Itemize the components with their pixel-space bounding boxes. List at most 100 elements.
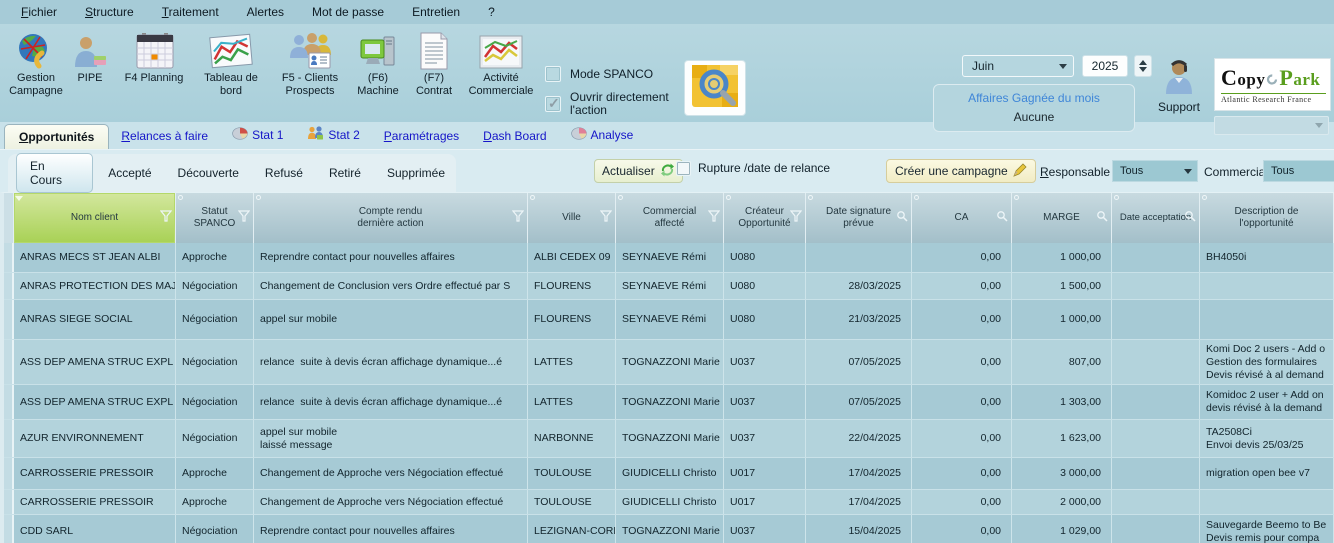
cell-createur-opportunite[interactable]: U037 <box>724 385 806 419</box>
tab-analyse[interactable]: Analyse <box>559 123 646 149</box>
cell-ca[interactable]: 0,00 <box>912 490 1012 514</box>
table-row[interactable]: ANRAS SIEGE SOCIAL Négociation appel sur… <box>4 300 1334 340</box>
table-row[interactable]: ANRAS PROTECTION DES MAJEU Négociation C… <box>4 273 1334 300</box>
cell-compte-rendu[interactable]: appel sur mobile laissé message <box>254 420 528 457</box>
cell-marge[interactable]: 1 500,00 <box>1012 273 1112 299</box>
row-selector[interactable] <box>4 458 14 489</box>
cell-date-signature[interactable]: 15/04/2025 <box>806 515 912 543</box>
cell-ca[interactable]: 0,00 <box>912 300 1012 339</box>
cell-compte-rendu[interactable]: relance suite à devis écran affichage dy… <box>254 340 528 384</box>
cell-commercial-affecte[interactable]: GIUDICELLI Christo <box>616 490 724 514</box>
cell-ville[interactable]: FLOURENS <box>528 300 616 339</box>
subtab-en-cours[interactable]: En Cours <box>16 153 93 193</box>
logo-dropdown[interactable] <box>1214 116 1329 135</box>
cell-createur-opportunite[interactable]: U037 <box>724 340 806 384</box>
header-compte-rendu[interactable]: Compte rendu dernière action <box>254 193 528 243</box>
cell-createur-opportunite[interactable]: U080 <box>724 243 806 272</box>
cell-date-acceptation[interactable] <box>1112 420 1200 457</box>
header-statut-spanco[interactable]: Statut SPANCO <box>176 193 254 243</box>
menu-help[interactable]: ? <box>475 2 510 22</box>
cell-nom-client[interactable]: AZUR ENVIRONNEMENT <box>14 420 176 457</box>
cell-date-acceptation[interactable] <box>1112 243 1200 272</box>
table-row[interactable]: CDD SARL Négociation Reprendre contact p… <box>4 515 1334 543</box>
cell-marge[interactable]: 2 000,00 <box>1012 490 1112 514</box>
cell-statut-spanco[interactable]: Négociation <box>176 273 254 299</box>
menu-entretien[interactable]: Entretien <box>399 2 475 22</box>
cell-date-acceptation[interactable] <box>1112 300 1200 339</box>
cell-statut-spanco[interactable]: Négociation <box>176 420 254 457</box>
mode-spanco-checkbox[interactable] <box>545 66 561 82</box>
cell-description[interactable]: Komidoc 2 user + Add on devis révisé à l… <box>1200 385 1334 419</box>
cell-description[interactable]: TA2508Ci Envoi devis 25/03/25 <box>1200 420 1334 457</box>
row-selector[interactable] <box>4 420 14 457</box>
cell-date-acceptation[interactable] <box>1112 458 1200 489</box>
cell-commercial-affecte[interactable]: SEYNAEVE Rémi <box>616 273 724 299</box>
table-row[interactable]: CARROSSERIE PRESSOIR Approche Changement… <box>4 490 1334 515</box>
cell-compte-rendu[interactable]: Changement de Approche vers Négociation … <box>254 490 528 514</box>
table-row[interactable]: ANRAS MECS ST JEAN ALBI Approche Reprend… <box>4 243 1334 273</box>
cell-date-acceptation[interactable] <box>1112 340 1200 384</box>
f4-planning-button[interactable]: F4 Planning <box>116 29 192 85</box>
rupture-checkbox[interactable] <box>676 161 691 176</box>
header-createur-opportunite[interactable]: Créateur Opportunité <box>724 193 806 243</box>
cell-description[interactable] <box>1200 273 1334 299</box>
filter-funnel-icon[interactable] <box>238 210 250 226</box>
cell-statut-spanco[interactable]: Négociation <box>176 515 254 543</box>
cell-marge[interactable]: 1 623,00 <box>1012 420 1112 457</box>
subtab-refuse[interactable]: Refusé <box>254 161 314 185</box>
header-marge[interactable]: MARGE <box>1012 193 1112 243</box>
cell-nom-client[interactable]: ASS DEP AMENA STRUC EXPL AGR <box>14 340 176 384</box>
cell-date-signature[interactable]: 17/04/2025 <box>806 490 912 514</box>
cell-nom-client[interactable]: CDD SARL <box>14 515 176 543</box>
cell-commercial-affecte[interactable]: SEYNAEVE Rémi <box>616 300 724 339</box>
menu-fichier[interactable]: Fichier <box>8 2 72 22</box>
cell-statut-spanco[interactable]: Négociation <box>176 385 254 419</box>
header-ca[interactable]: CA <box>912 193 1012 243</box>
tab-relances-a-faire[interactable]: Relances à faire <box>109 125 220 149</box>
tab-parametrages[interactable]: Paramétrages <box>372 125 471 149</box>
cell-date-signature[interactable]: 17/04/2025 <box>806 458 912 489</box>
tab-dash-board[interactable]: Dash Board <box>471 125 558 149</box>
row-selector[interactable] <box>4 490 14 514</box>
search-loupe-icon[interactable] <box>1096 210 1108 226</box>
menu-mot-de-passe[interactable]: Mot de passe <box>299 2 399 22</box>
cell-statut-spanco[interactable]: Négociation <box>176 340 254 384</box>
menu-traitement[interactable]: Traitement <box>149 2 234 22</box>
cell-description[interactable] <box>1200 490 1334 514</box>
cell-statut-spanco[interactable]: Négociation <box>176 300 254 339</box>
search-map-button[interactable] <box>684 60 746 116</box>
f6-machine-button[interactable]: (F6) Machine <box>350 29 406 98</box>
cell-marge[interactable]: 3 000,00 <box>1012 458 1112 489</box>
refresh-button[interactable]: Actualiser <box>594 159 683 183</box>
cell-createur-opportunite[interactable]: U017 <box>724 490 806 514</box>
cell-createur-opportunite[interactable]: U080 <box>724 300 806 339</box>
header-ville[interactable]: Ville <box>528 193 616 243</box>
cell-ville[interactable]: LATTES <box>528 385 616 419</box>
cell-ca[interactable]: 0,00 <box>912 340 1012 384</box>
cell-createur-opportunite[interactable]: U037 <box>724 515 806 543</box>
month-dropdown[interactable]: Juin <box>962 55 1074 77</box>
subtab-supprimee[interactable]: Supprimée <box>376 161 456 185</box>
table-row[interactable]: ASS DEP AMENA STRUC EXPL AGR Négociation… <box>4 340 1334 385</box>
tableau-de-bord-button[interactable]: Tableau de bord <box>192 29 270 98</box>
search-loupe-icon[interactable] <box>896 210 908 226</box>
cell-commercial-affecte[interactable]: TOGNAZZONI Marie <box>616 340 724 384</box>
cell-ville[interactable]: FLOURENS <box>528 273 616 299</box>
tab-stat-1[interactable]: Stat 1 <box>220 123 295 149</box>
subtab-decouverte[interactable]: Découverte <box>167 161 250 185</box>
cell-nom-client[interactable]: CARROSSERIE PRESSOIR <box>14 458 176 489</box>
row-selector-header[interactable] <box>4 193 14 243</box>
cell-date-acceptation[interactable] <box>1112 515 1200 543</box>
row-selector[interactable] <box>4 515 14 543</box>
cell-date-signature[interactable]: 21/03/2025 <box>806 300 912 339</box>
row-selector[interactable] <box>4 273 14 299</box>
menu-alertes[interactable]: Alertes <box>234 2 299 22</box>
cell-date-signature[interactable]: 07/05/2025 <box>806 385 912 419</box>
header-description-opportunite[interactable]: Description de l'opportunité <box>1200 193 1334 243</box>
ouvrir-action-checkbox[interactable] <box>545 96 561 112</box>
cell-createur-opportunite[interactable]: U080 <box>724 273 806 299</box>
cell-commercial-affecte[interactable]: GIUDICELLI Christo <box>616 458 724 489</box>
header-date-acceptation[interactable]: Date acceptation <box>1112 193 1200 243</box>
cell-marge[interactable]: 1 000,00 <box>1012 300 1112 339</box>
tab-opportunites[interactable]: Opportunités <box>4 124 109 149</box>
